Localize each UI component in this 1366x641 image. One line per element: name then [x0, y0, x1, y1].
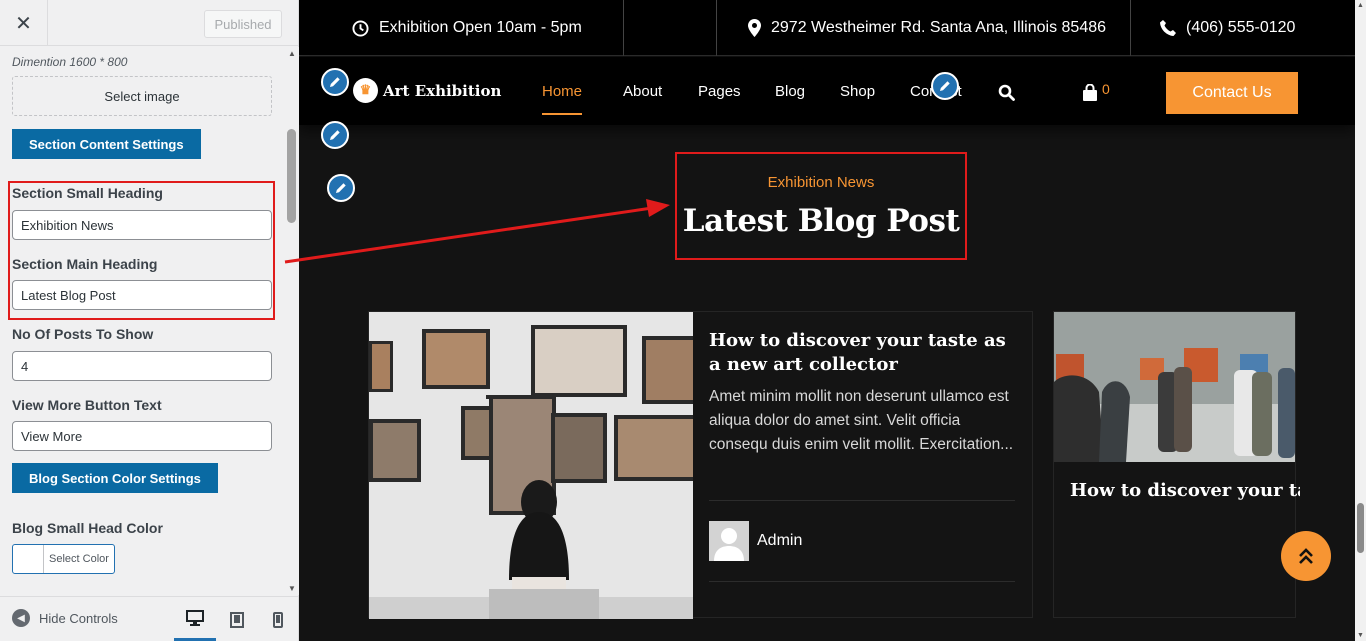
main-heading-label: Section Main Heading [12, 256, 158, 272]
pencil-icon [336, 183, 346, 193]
small-heading-label: Section Small Heading [12, 185, 163, 201]
desktop-preview-button[interactable] [174, 597, 216, 641]
clock-icon [352, 19, 369, 37]
scroll-down-icon[interactable]: ▼ [1357, 632, 1364, 639]
color-settings-button[interactable]: Blog Section Color Settings [12, 463, 218, 493]
customizer-panel: Dimention 1600 * 800 Select image Sectio… [0, 47, 286, 595]
image-dimension-note: Dimention 1600 * 800 [12, 55, 128, 69]
color-swatch [13, 545, 44, 573]
phone-icon [1160, 20, 1176, 36]
small-heading-input[interactable]: Exhibition News [12, 210, 272, 240]
nav-pages[interactable]: Pages [698, 83, 741, 100]
section-main-heading: Latest Blog Post [682, 203, 960, 239]
shopping-bag-icon [1083, 83, 1097, 101]
scroll-to-top-button[interactable] [1281, 531, 1331, 581]
post-title[interactable]: How to discover your taste as a new art … [1070, 479, 1300, 503]
blog-post-card[interactable]: How to discover your taste as a new art … [368, 311, 1033, 619]
customizer-sidebar: ✕ Published Dimention 1600 * 800 Select … [0, 0, 299, 641]
address-text: 2972 Westheimer Rd. Santa Ana, Illinois … [771, 19, 1107, 36]
site-preview: Exhibition Open 10am - 5pm 2972 Westheim… [299, 0, 1366, 641]
close-customizer-button[interactable]: ✕ [0, 0, 48, 46]
logo-text: Art Exhibition [383, 81, 502, 100]
select-image-button[interactable]: Select image [12, 76, 272, 116]
main-heading-input[interactable]: Latest Blog Post [12, 280, 272, 310]
author-name[interactable]: Admin [757, 532, 802, 550]
section-heading-box: Exhibition News Latest Blog Post [675, 152, 967, 260]
user-icon [709, 521, 749, 561]
location-pin-icon [748, 19, 761, 37]
nav-home[interactable]: Home [542, 83, 583, 115]
phone: (406) 555-0120 [1160, 0, 1295, 56]
section-small-heading: Exhibition News [767, 174, 875, 191]
hide-controls-button[interactable]: ◀ Hide Controls [12, 609, 118, 627]
scroll-down-icon[interactable]: ▼ [288, 584, 296, 593]
customizer-header: ✕ Published [0, 0, 298, 46]
gallery-photo [369, 312, 693, 619]
edit-shortcut-button[interactable] [321, 121, 349, 149]
small-head-color-label: Blog Small Head Color [12, 520, 163, 536]
tablet-preview-button[interactable] [216, 597, 258, 641]
logo-mark-icon: ♛ [353, 78, 378, 103]
divider [623, 0, 624, 56]
search-button[interactable] [998, 84, 1015, 106]
nav-blog[interactable]: Blog [775, 83, 805, 100]
divider [716, 0, 717, 56]
sidebar-scroll-thumb[interactable] [287, 129, 296, 223]
pencil-icon [330, 130, 340, 140]
nav-about[interactable]: About [623, 83, 662, 100]
post-title[interactable]: How to discover your taste as a new art … [709, 329, 1009, 377]
select-color-label: Select Color [49, 553, 109, 565]
cart-button[interactable] [1082, 83, 1098, 106]
edit-shortcut-button[interactable] [321, 68, 349, 96]
phone-text: (406) 555-0120 [1186, 19, 1296, 36]
nav-shop[interactable]: Shop [840, 83, 875, 100]
opening-hours-text: Exhibition Open 10am - 5pm [379, 19, 582, 36]
posts-count-input[interactable]: 4 [12, 351, 272, 381]
contact-us-button[interactable]: Contact Us [1166, 72, 1298, 114]
opening-hours: Exhibition Open 10am - 5pm [352, 0, 582, 56]
mobile-icon [273, 611, 283, 628]
collapse-arrow-icon: ◀ [12, 609, 30, 627]
select-color-button[interactable]: Select Color [12, 544, 115, 574]
tablet-icon [230, 611, 244, 628]
scroll-up-icon[interactable]: ▲ [1357, 2, 1364, 9]
divider [709, 581, 1015, 582]
search-icon [998, 84, 1015, 101]
post-excerpt: Amet minim mollit non deserunt ullamco e… [709, 388, 1014, 453]
close-icon: ✕ [15, 12, 32, 35]
mobile-preview-button[interactable] [257, 597, 299, 641]
edit-shortcut-button[interactable] [931, 72, 959, 100]
top-info-bar: Exhibition Open 10am - 5pm 2972 Westheim… [299, 0, 1355, 56]
address: 2972 Westheimer Rd. Santa Ana, Illinois … [748, 0, 1106, 56]
view-more-label: View More Button Text [12, 397, 162, 413]
site-logo[interactable]: ♛ Art Exhibition [353, 78, 501, 103]
author-avatar [709, 521, 749, 561]
published-button[interactable]: Published [204, 10, 282, 38]
gallery-photo [1054, 312, 1295, 462]
view-more-input[interactable]: View More [12, 421, 272, 451]
sidebar-scrollbar[interactable]: ▲ ▼ [285, 47, 299, 595]
preview-scroll-thumb[interactable] [1357, 503, 1364, 553]
cart-count: 0 [1102, 81, 1110, 97]
pencil-icon [330, 77, 340, 87]
divider [1130, 0, 1131, 56]
customizer-footer: ◀ Hide Controls [0, 596, 298, 641]
main-navbar: ♛ Art Exhibition Home About Pages Blog S… [299, 57, 1355, 125]
hide-controls-label: Hide Controls [39, 610, 118, 626]
edit-shortcut-button[interactable] [327, 174, 355, 202]
preview-scrollbar[interactable]: ▲ ▼ [1355, 0, 1366, 641]
desktop-icon [186, 609, 204, 626]
divider [709, 500, 1015, 501]
section-content-settings-button[interactable]: Section Content Settings [12, 129, 201, 159]
pencil-icon [940, 81, 950, 91]
scroll-up-icon[interactable]: ▲ [288, 49, 296, 58]
double-chevron-up-icon [1299, 548, 1313, 564]
posts-count-label: No Of Posts To Show [12, 326, 154, 342]
blog-post-card[interactable]: How to discover your taste as a new art … [1053, 311, 1300, 618]
